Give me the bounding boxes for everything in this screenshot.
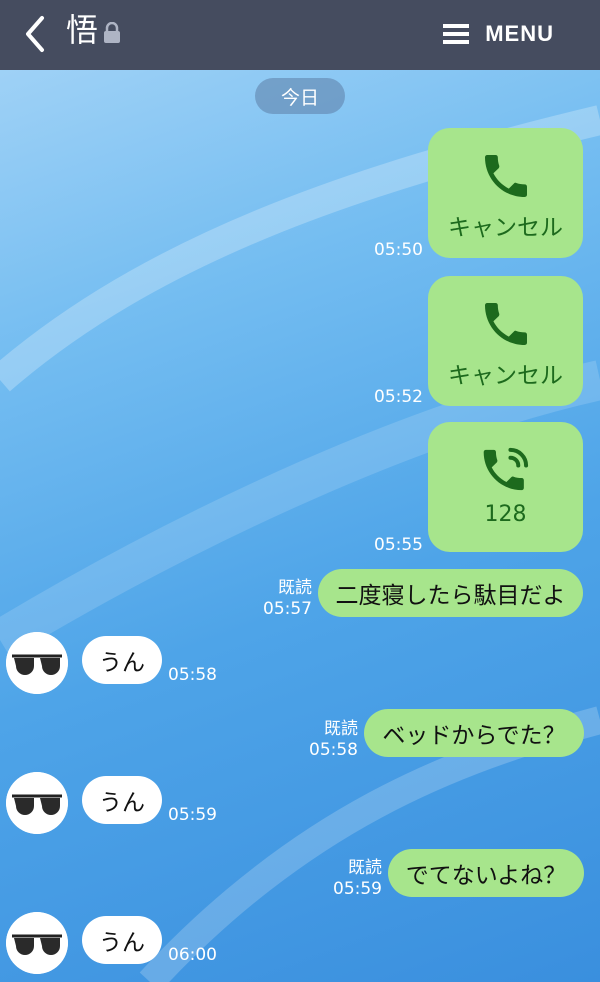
message-time: 05:55	[374, 535, 423, 555]
message-time: 05:52	[374, 387, 423, 407]
read-receipt: 既読	[278, 578, 312, 598]
call-bubble[interactable]: 128	[428, 422, 583, 552]
call-status: キャンセル	[448, 363, 563, 389]
back-arrow-icon[interactable]	[18, 12, 52, 56]
message-time: 05:50	[374, 240, 423, 260]
call-bubble[interactable]: キャンセル	[428, 128, 583, 258]
message-time: 05:58	[168, 665, 217, 685]
message-bubble-in[interactable]: うん	[82, 636, 162, 684]
avatar[interactable]	[6, 632, 68, 694]
message-bubble-out[interactable]: 二度寝したら駄目だよ	[318, 569, 583, 617]
message-bubble-in[interactable]: うん	[82, 776, 162, 824]
avatar[interactable]	[6, 772, 68, 834]
phone-icon	[484, 155, 527, 197]
message-bubble-out[interactable]: ベッドからでた？	[364, 709, 584, 757]
menu-button[interactable]: MENU	[443, 14, 554, 54]
message-meta: 既読 05:59	[332, 858, 382, 900]
hamburger-icon	[443, 24, 470, 44]
call-bubble[interactable]: キャンセル	[428, 276, 583, 406]
read-receipt: 既読	[348, 858, 382, 878]
message-time: 05:58	[309, 740, 358, 760]
avatar[interactable]	[6, 912, 68, 974]
date-separator: 今日	[255, 78, 345, 114]
call-status: キャンセル	[448, 215, 563, 241]
lock-icon	[104, 22, 120, 43]
menu-label: MENU	[485, 21, 554, 46]
chat-title[interactable]: 悟	[66, 8, 98, 52]
message-bubble-out[interactable]: でてないよね？	[388, 849, 584, 897]
message-meta: 既読 05:58	[308, 719, 358, 761]
message-meta: 既読 05:57	[262, 578, 312, 620]
message-bubble-in[interactable]: うん	[82, 916, 162, 964]
message-time: 06:00	[168, 945, 217, 965]
message-time: 05:59	[168, 805, 217, 825]
read-receipt: 既読	[324, 719, 358, 739]
phone-icon	[484, 303, 527, 345]
message-time: 05:57	[263, 599, 312, 619]
chat-header: 悟 MENU	[0, 0, 600, 70]
call-duration: 128	[484, 502, 527, 527]
message-time: 05:59	[333, 879, 382, 899]
phone-ringing-icon	[483, 447, 528, 491]
